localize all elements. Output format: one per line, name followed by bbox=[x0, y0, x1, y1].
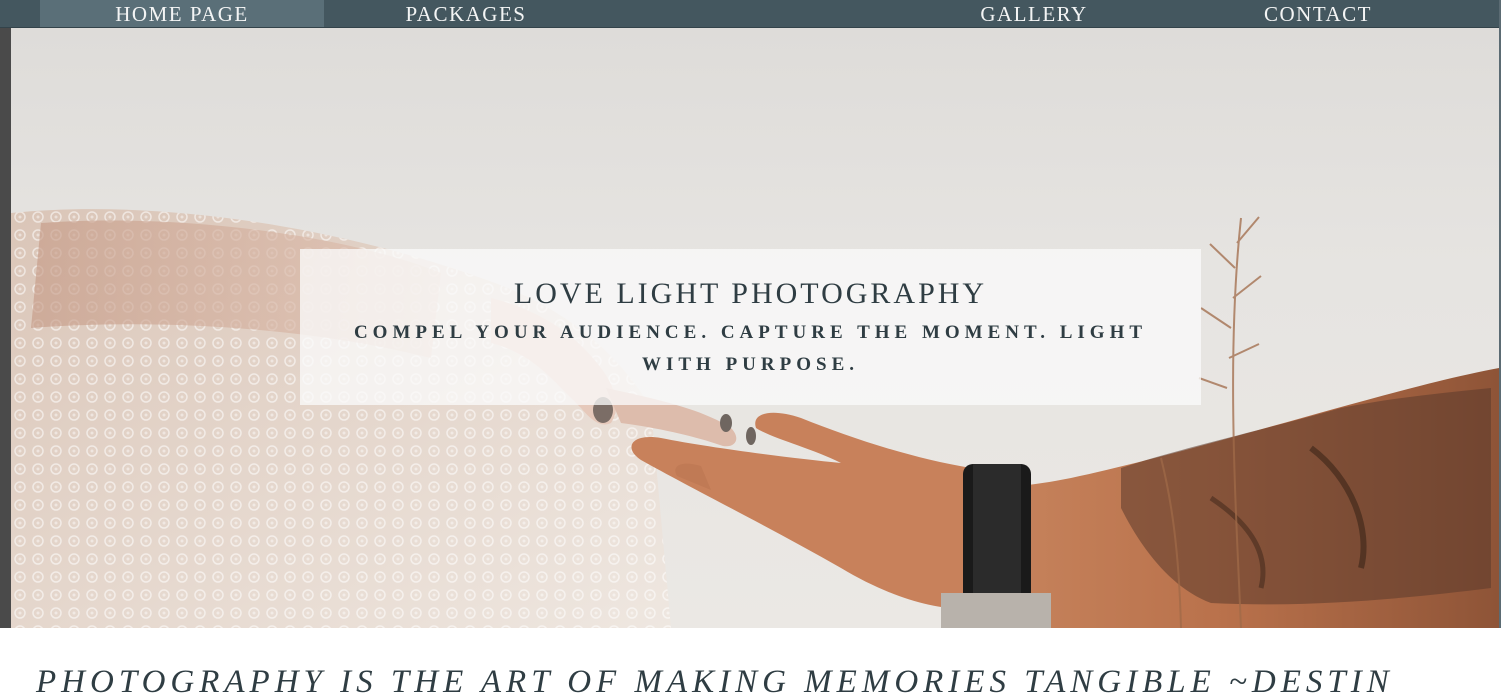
hero-subtitle: COMPEL YOUR AUDIENCE. CAPTURE THE MOMENT… bbox=[353, 322, 1148, 375]
hero-text-card: LOVE LIGHT PHOTOGRAPHY COMPEL YOUR AUDIE… bbox=[300, 249, 1201, 405]
quote-heading: PHOTOGRAPHY IS THE ART OF MAKING MEMORIE… bbox=[36, 664, 1394, 694]
nav-packages[interactable]: PACKAGES bbox=[324, 0, 608, 27]
hero-banner: LOVE LIGHT PHOTOGRAPHY COMPEL YOUR AUDIE… bbox=[11, 28, 1499, 628]
nav-contact[interactable]: CONTACT bbox=[1176, 0, 1460, 27]
page: HOME PAGE PACKAGES GALLERY CONTACT LOVE … bbox=[0, 0, 1501, 694]
top-nav: HOME PAGE PACKAGES GALLERY CONTACT bbox=[0, 0, 1501, 28]
left-edge-strip bbox=[0, 0, 11, 628]
hero-title: LOVE LIGHT PHOTOGRAPHY bbox=[513, 277, 988, 310]
nav-gallery[interactable]: GALLERY bbox=[892, 0, 1176, 27]
nav-home-page[interactable]: HOME PAGE bbox=[40, 0, 324, 27]
